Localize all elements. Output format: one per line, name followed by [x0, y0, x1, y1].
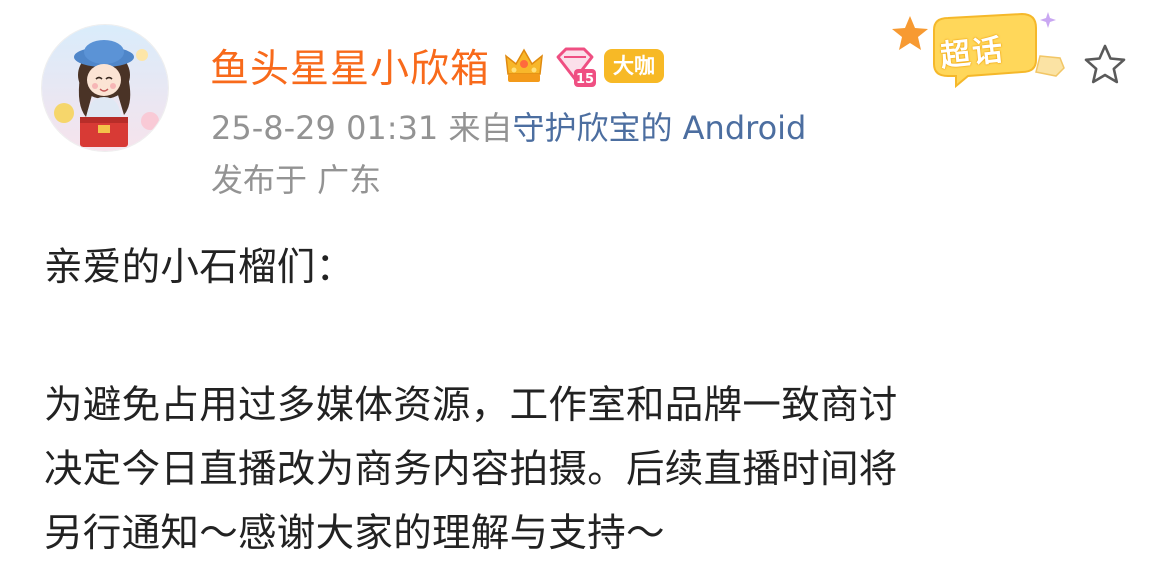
post-location: 发布于 广东 [211, 161, 382, 199]
author-name[interactable]: 鱼头星星小欣箱 [210, 38, 490, 94]
post-greeting: 亲爱的小石榴们： [44, 245, 355, 290]
post-meta: 25-8-29 01:31 来自守护欣宝的 Android [211, 106, 806, 150]
post-line: 为避免占用过多媒体资源，工作室和品牌一致商讨 [44, 383, 898, 428]
daka-badge[interactable]: 大咖 [604, 49, 665, 83]
super-topic-label: 超话 [938, 32, 1007, 75]
diamond-level-icon[interactable]: 15 [552, 43, 598, 89]
crown-icon[interactable] [502, 44, 546, 88]
weibo-post: 鱼头星星小欣箱 15 大咖 25-8-29 01:31 来自守护欣宝的 Andr… [0, 0, 1170, 588]
avatar-image [42, 25, 168, 151]
super-topic-sticker[interactable]: 超话 [890, 6, 1080, 90]
star-icon[interactable] [1082, 42, 1128, 88]
post-paragraph: 为避免占用过多媒体资源，工作室和品牌一致商讨 决定今日直播改为商务内容拍摄。后续… [44, 374, 1144, 566]
author-row: 鱼头星星小欣箱 15 大咖 [210, 38, 665, 94]
source-prefix: 来自 [448, 109, 513, 147]
post-datetime: 25-8-29 01:31 [211, 109, 439, 147]
post-line: 另行通知～感谢大家的理解与支持～ [44, 511, 665, 556]
avatar[interactable] [42, 25, 168, 151]
post-line: 决定今日直播改为商务内容拍摄。后续直播时间将 [44, 447, 898, 492]
source-link[interactable]: 守护欣宝的 Android [512, 109, 806, 147]
level-number: 15 [576, 72, 594, 87]
